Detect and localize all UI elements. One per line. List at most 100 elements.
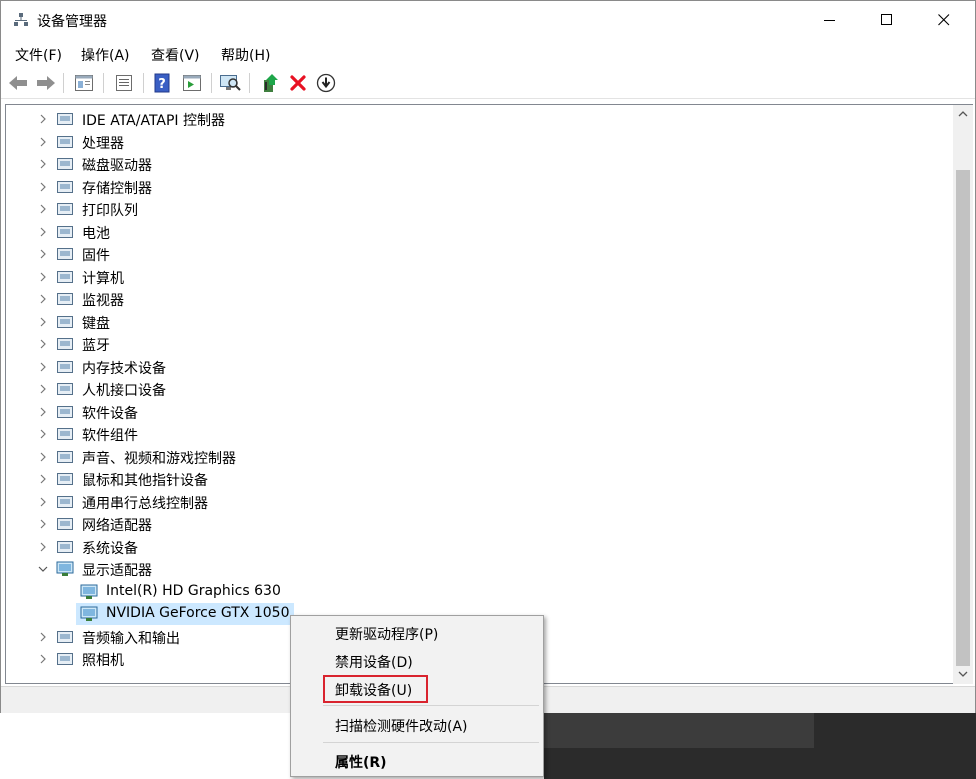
- network-adapter-icon: [56, 516, 74, 532]
- chevron-right-icon[interactable]: [36, 378, 50, 400]
- tree-item[interactable]: 固件: [6, 243, 946, 265]
- tree-item[interactable]: IDE ATA/ATAPI 控制器: [6, 108, 946, 130]
- menu-scan-hardware[interactable]: 扫描检测硬件改动(A): [335, 716, 468, 736]
- download-button[interactable]: [315, 72, 337, 94]
- maximize-icon: [880, 14, 892, 25]
- tree-item[interactable]: 处理器: [6, 131, 946, 153]
- chevron-right-icon[interactable]: [36, 153, 50, 175]
- tree-item-label: 人机接口设备: [82, 383, 166, 399]
- software-component-icon: [56, 426, 74, 442]
- uninstall-button[interactable]: [287, 72, 309, 94]
- battery-icon: [56, 224, 74, 240]
- tree-item[interactable]: 打印队列: [6, 198, 946, 220]
- tree-item[interactable]: Intel(R) HD Graphics 630: [6, 581, 946, 603]
- minimize-button[interactable]: [801, 1, 858, 39]
- tree-item[interactable]: 电池: [6, 221, 946, 243]
- chevron-right-icon[interactable]: [36, 446, 50, 468]
- tree-item[interactable]: 软件设备: [6, 401, 946, 423]
- menu-properties[interactable]: 属性(R): [335, 752, 387, 772]
- chevron-right-icon[interactable]: [36, 131, 50, 153]
- chevron-right-icon[interactable]: [36, 423, 50, 445]
- tree-item[interactable]: 通用串行总线控制器: [6, 491, 946, 513]
- menu-action[interactable]: 操作(A): [81, 45, 130, 65]
- chevron-right-icon[interactable]: [36, 648, 50, 670]
- chevron-right-icon[interactable]: [36, 243, 50, 265]
- device-manager-window: 设备管理器 文件(F) 操作(A) 查看(V) 帮助(H) ? IDE ATA/…: [0, 0, 976, 713]
- vertical-scrollbar[interactable]: [953, 104, 973, 684]
- tree-item[interactable]: 人机接口设备: [6, 378, 946, 400]
- tree-item-label: 处理器: [82, 135, 124, 152]
- back-button[interactable]: [7, 72, 29, 94]
- chevron-right-icon[interactable]: [36, 401, 50, 423]
- scan-hardware-button[interactable]: [219, 72, 241, 94]
- tree-item[interactable]: 内存技术设备: [6, 356, 946, 378]
- tree-item-label: 声音、视频和游戏控制器: [82, 450, 236, 467]
- forward-button[interactable]: [35, 72, 57, 94]
- storage-controller-icon: [56, 179, 74, 195]
- properties-button[interactable]: [113, 72, 135, 94]
- tree-item-label: 蓝牙: [82, 338, 110, 354]
- chevron-right-icon[interactable]: [36, 176, 50, 198]
- chevron-right-icon[interactable]: [36, 513, 50, 535]
- menu-file[interactable]: 文件(F): [15, 45, 62, 65]
- update-driver-icon: [264, 74, 278, 92]
- tree-item[interactable]: 监视器: [6, 288, 946, 310]
- chevron-down-icon[interactable]: [36, 558, 50, 580]
- tree-item-label: 音频输入和输出: [82, 630, 180, 647]
- context-menu: 更新驱动程序(P) 禁用设备(D) 卸载设备(U) 扫描检测硬件改动(A) 属性…: [290, 615, 544, 777]
- chevron-right-icon[interactable]: [36, 108, 50, 130]
- chevron-right-icon[interactable]: [36, 491, 50, 513]
- menu-update-driver[interactable]: 更新驱动程序(P): [335, 624, 438, 644]
- device-tree[interactable]: IDE ATA/ATAPI 控制器处理器磁盘驱动器存储控制器 打印队列 电池 固件 计算…: [5, 104, 953, 684]
- chevron-right-icon[interactable]: [36, 311, 50, 333]
- chevron-right-icon[interactable]: [36, 333, 50, 355]
- tree-item[interactable]: 系统设备: [6, 536, 946, 558]
- tree-item[interactable]: 鼠标和其他指针设备: [6, 468, 946, 490]
- toolbar-separator: [143, 73, 144, 93]
- chevron-right-icon[interactable]: [36, 356, 50, 378]
- chevron-right-icon[interactable]: [36, 198, 50, 220]
- chevron-right-icon[interactable]: [36, 626, 50, 648]
- display-adapter-icon: [56, 561, 74, 577]
- tree-item[interactable]: 显示适配器: [6, 558, 946, 580]
- tree-item[interactable]: 声音、视频和游戏控制器: [6, 446, 946, 468]
- menu-separator: [323, 705, 539, 706]
- maximize-button[interactable]: [858, 1, 915, 39]
- chevron-right-icon[interactable]: [36, 536, 50, 558]
- tree-item[interactable]: 蓝牙: [6, 333, 946, 355]
- scroll-up-icon[interactable]: [958, 111, 968, 117]
- chevron-right-icon[interactable]: [36, 221, 50, 243]
- help-button[interactable]: ?: [151, 72, 173, 94]
- toolbar-separator: [211, 73, 212, 93]
- sound-icon: [56, 449, 74, 465]
- scroll-down-icon[interactable]: [958, 671, 968, 677]
- window-title: 设备管理器: [37, 14, 107, 30]
- chevron-right-icon[interactable]: [36, 266, 50, 288]
- computer-icon: [56, 269, 74, 285]
- scrollbar-thumb[interactable]: [956, 170, 970, 666]
- chevron-right-icon[interactable]: [36, 288, 50, 310]
- tree-item[interactable]: 软件组件: [6, 423, 946, 445]
- menu-help[interactable]: 帮助(H): [221, 45, 270, 65]
- title-bar[interactable]: 设备管理器: [1, 1, 975, 39]
- close-button[interactable]: [915, 1, 972, 39]
- tree-item[interactable]: 网络适配器: [6, 513, 946, 535]
- scan-hardware-icon: [220, 75, 241, 91]
- tree-item-label: 磁盘驱动器: [82, 158, 152, 174]
- tree-item[interactable]: 计算机: [6, 266, 946, 288]
- monitor-icon: [56, 291, 74, 307]
- update-driver-button[interactable]: [259, 72, 281, 94]
- tree-item[interactable]: 键盘: [6, 311, 946, 333]
- firmware-icon: [56, 246, 74, 262]
- tree-item-label: 内存技术设备: [82, 360, 166, 377]
- menu-disable-device[interactable]: 禁用设备(D): [335, 652, 413, 672]
- menu-view[interactable]: 查看(V): [151, 45, 200, 65]
- chevron-right-icon[interactable]: [36, 468, 50, 490]
- tree-item[interactable]: 磁盘驱动器: [6, 153, 946, 175]
- system-device-icon: [56, 539, 74, 555]
- processor-icon: [56, 134, 74, 150]
- tree-item[interactable]: 存储控制器: [6, 176, 946, 198]
- console-tree-button[interactable]: [73, 72, 95, 94]
- memory-device-icon: [56, 359, 74, 375]
- action-pane-button[interactable]: [181, 72, 203, 94]
